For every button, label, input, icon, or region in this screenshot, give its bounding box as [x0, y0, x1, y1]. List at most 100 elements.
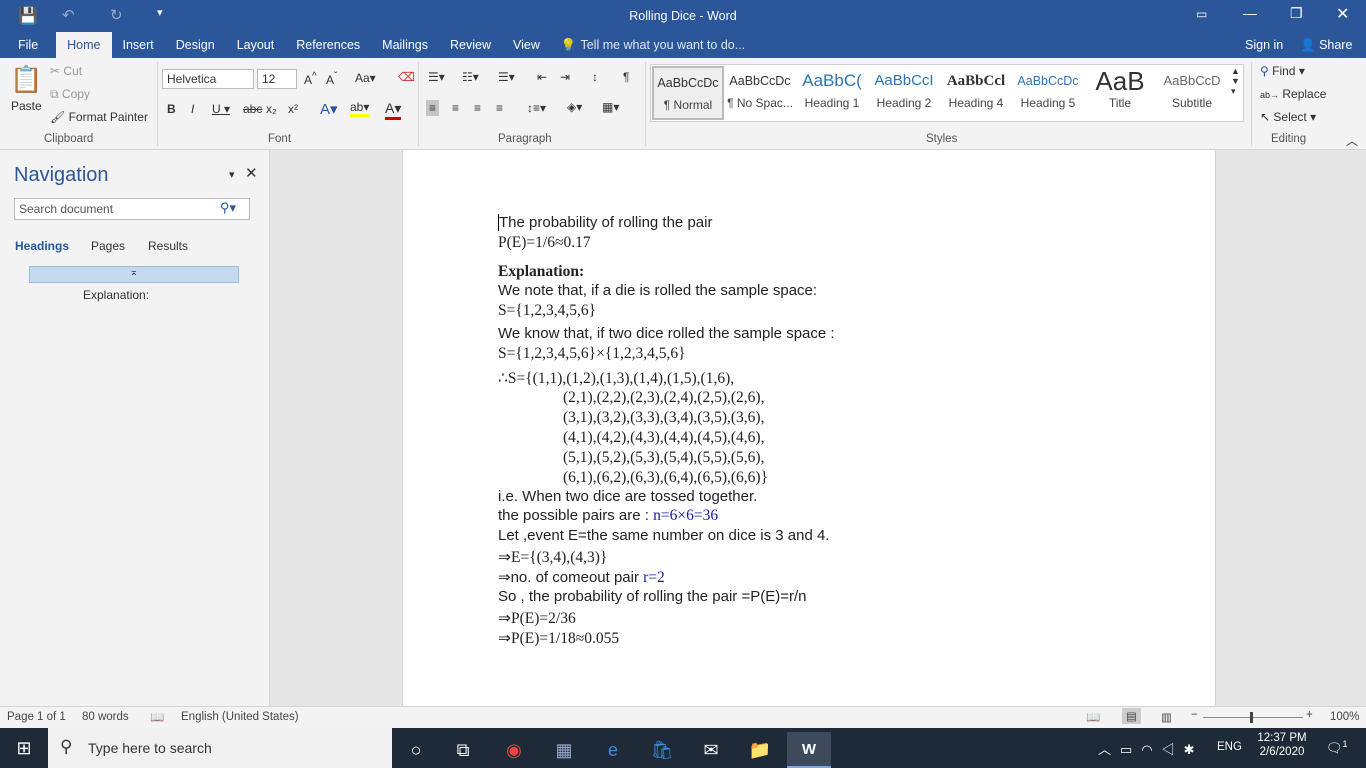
- print-layout-icon[interactable]: ▤: [1122, 708, 1141, 724]
- edge-icon[interactable]: e: [591, 732, 635, 768]
- search-document-input[interactable]: Search document: [14, 198, 250, 220]
- style-normal[interactable]: AaBbCcDc ¶ Normal: [652, 66, 724, 120]
- strikethrough-icon[interactable]: abc: [243, 102, 262, 116]
- sort-icon[interactable]: ↕: [592, 70, 598, 84]
- replace-button[interactable]: ab→ Replace: [1260, 87, 1326, 101]
- style-heading-4[interactable]: AaBbCcl Heading 4: [940, 66, 1012, 120]
- tab-insert[interactable]: Insert: [112, 32, 165, 58]
- calculator-icon[interactable]: ▦: [542, 732, 586, 768]
- search-icon[interactable]: ⚲▾: [220, 200, 236, 216]
- word-count[interactable]: 80 words: [82, 711, 129, 723]
- styles-scroll-up[interactable]: ▲ ▼ ▾: [1231, 66, 1240, 97]
- clear-formatting-icon[interactable]: ⌫: [398, 70, 415, 84]
- highlight-icon[interactable]: ab▾: [350, 100, 370, 117]
- line-spacing-icon[interactable]: ↕≡▾: [527, 101, 546, 115]
- cut-button[interactable]: ✂ Cut: [50, 64, 82, 78]
- windows-start-icon[interactable]: ⊞: [2, 730, 46, 766]
- style-heading-5[interactable]: AaBbCcDc Heading 5: [1012, 66, 1084, 120]
- subscript-icon[interactable]: x₂: [266, 102, 277, 116]
- zoom-out-button[interactable]: −: [1191, 709, 1198, 721]
- tab-headings[interactable]: Headings: [15, 239, 69, 253]
- tab-references[interactable]: References: [285, 32, 371, 58]
- word-taskbar-icon[interactable]: W: [787, 732, 831, 768]
- sign-in-link[interactable]: Sign in: [1245, 38, 1283, 52]
- font-size-select[interactable]: 12: [257, 69, 297, 89]
- find-button[interactable]: ⚲ Find ▾: [1260, 64, 1305, 78]
- restore-button[interactable]: ❐: [1290, 5, 1303, 22]
- align-center-icon[interactable]: ≡: [452, 101, 459, 115]
- close-button[interactable]: ✕: [1336, 4, 1349, 24]
- numbering-icon[interactable]: ☷▾: [462, 70, 479, 84]
- bold-icon[interactable]: B: [167, 102, 176, 116]
- tell-me-input[interactable]: Tell me what you want to do...: [580, 38, 745, 52]
- language[interactable]: English (United States): [181, 711, 299, 723]
- tab-pages[interactable]: Pages: [91, 239, 125, 253]
- font-color-icon[interactable]: A▾: [385, 100, 402, 120]
- read-mode-icon[interactable]: 📖: [1086, 710, 1100, 724]
- show-formatting-icon[interactable]: ¶: [623, 70, 629, 84]
- cortana-icon[interactable]: ○: [394, 732, 438, 768]
- tab-review[interactable]: Review: [439, 32, 502, 58]
- paste-button[interactable]: Paste: [11, 99, 42, 113]
- notifications-icon[interactable]: 🗨1: [1326, 739, 1348, 756]
- store-icon[interactable]: 🛍: [640, 732, 684, 768]
- shading-icon[interactable]: ◈▾: [567, 100, 582, 114]
- chrome-icon[interactable]: ◉: [492, 732, 536, 768]
- minimize-button[interactable]: —: [1243, 5, 1257, 21]
- text-effects-icon[interactable]: A▾: [320, 100, 338, 118]
- tab-results[interactable]: Results: [148, 239, 188, 253]
- ribbon-display-icon[interactable]: ▭: [1196, 7, 1207, 21]
- tab-layout[interactable]: Layout: [226, 32, 286, 58]
- style-heading-2[interactable]: AaBbCcI Heading 2: [868, 66, 940, 120]
- italic-icon[interactable]: I: [191, 102, 194, 116]
- justify-icon[interactable]: ≡: [496, 101, 503, 115]
- underline-icon[interactable]: U ▾: [212, 102, 230, 116]
- zoom-slider[interactable]: [1203, 717, 1303, 718]
- document-page[interactable]: The probability of rolling the pair P(E)…: [402, 150, 1216, 706]
- select-button[interactable]: ↖ Select ▾: [1260, 110, 1316, 124]
- pane-options-icon[interactable]: ▾: [229, 168, 235, 181]
- align-left-icon[interactable]: ≡: [426, 100, 440, 116]
- collapse-heading-icon[interactable]: ⌅: [29, 266, 239, 283]
- tab-file[interactable]: File: [0, 32, 56, 58]
- share-button[interactable]: 👤 Share: [1300, 38, 1352, 53]
- style-no-spacing[interactable]: AaBbCcDc ¶ No Spac...: [724, 66, 796, 120]
- clock[interactable]: 12:37 PM 2/6/2020: [1254, 732, 1310, 758]
- multilevel-list-icon[interactable]: ☰▾: [498, 70, 515, 84]
- grow-font-icon[interactable]: A^: [304, 71, 317, 87]
- heading-item-explanation[interactable]: Explanation:: [83, 288, 149, 302]
- tab-design[interactable]: Design: [165, 32, 226, 58]
- system-tray-icons[interactable]: ︿▭◠◁✱: [1098, 739, 1204, 758]
- file-explorer-icon[interactable]: 📁: [738, 732, 782, 768]
- style-title[interactable]: AaB Title: [1084, 66, 1156, 120]
- tab-mailings[interactable]: Mailings: [371, 32, 439, 58]
- increase-indent-icon[interactable]: ⇥: [560, 70, 570, 84]
- input-language[interactable]: ENG: [1217, 741, 1242, 753]
- style-heading-1[interactable]: AaBbC(Heading 1: [796, 66, 868, 120]
- bullets-icon[interactable]: ☰▾: [428, 70, 445, 84]
- zoom-in-button[interactable]: +: [1306, 709, 1313, 721]
- task-view-icon[interactable]: ⧉: [441, 732, 485, 768]
- web-layout-icon[interactable]: ▥: [1161, 710, 1172, 724]
- taskbar-search[interactable]: ⚲ Type here to search: [48, 728, 392, 768]
- zoom-level[interactable]: 100%: [1330, 711, 1359, 723]
- decrease-indent-icon[interactable]: ⇤: [537, 70, 547, 84]
- align-right-icon[interactable]: ≡: [474, 101, 481, 115]
- change-case-icon[interactable]: Aa▾: [355, 71, 376, 85]
- zoom-slider-thumb[interactable]: [1250, 712, 1253, 723]
- copy-button[interactable]: ⧉ Copy: [50, 87, 90, 102]
- collapse-ribbon-icon[interactable]: ︿: [1346, 132, 1358, 149]
- tab-view[interactable]: View: [502, 32, 551, 58]
- style-subtitle[interactable]: AaBbCcD Subtitle: [1156, 66, 1228, 120]
- paste-icon[interactable]: 📋: [10, 64, 42, 95]
- page-count[interactable]: Page 1 of 1: [7, 711, 66, 723]
- borders-icon[interactable]: ▦▾: [602, 100, 619, 114]
- superscript-icon[interactable]: x²: [288, 102, 298, 116]
- mail-icon[interactable]: ✉: [689, 732, 733, 768]
- proofing-icon[interactable]: 📖: [150, 710, 164, 724]
- tab-home[interactable]: Home: [56, 32, 112, 58]
- format-painter-button[interactable]: 🖌 Format Painter: [50, 110, 148, 124]
- close-pane-icon[interactable]: ✕: [245, 164, 258, 182]
- font-name-select[interactable]: Helvetica: [162, 69, 254, 89]
- shrink-font-icon[interactable]: Aˇ: [326, 71, 337, 87]
